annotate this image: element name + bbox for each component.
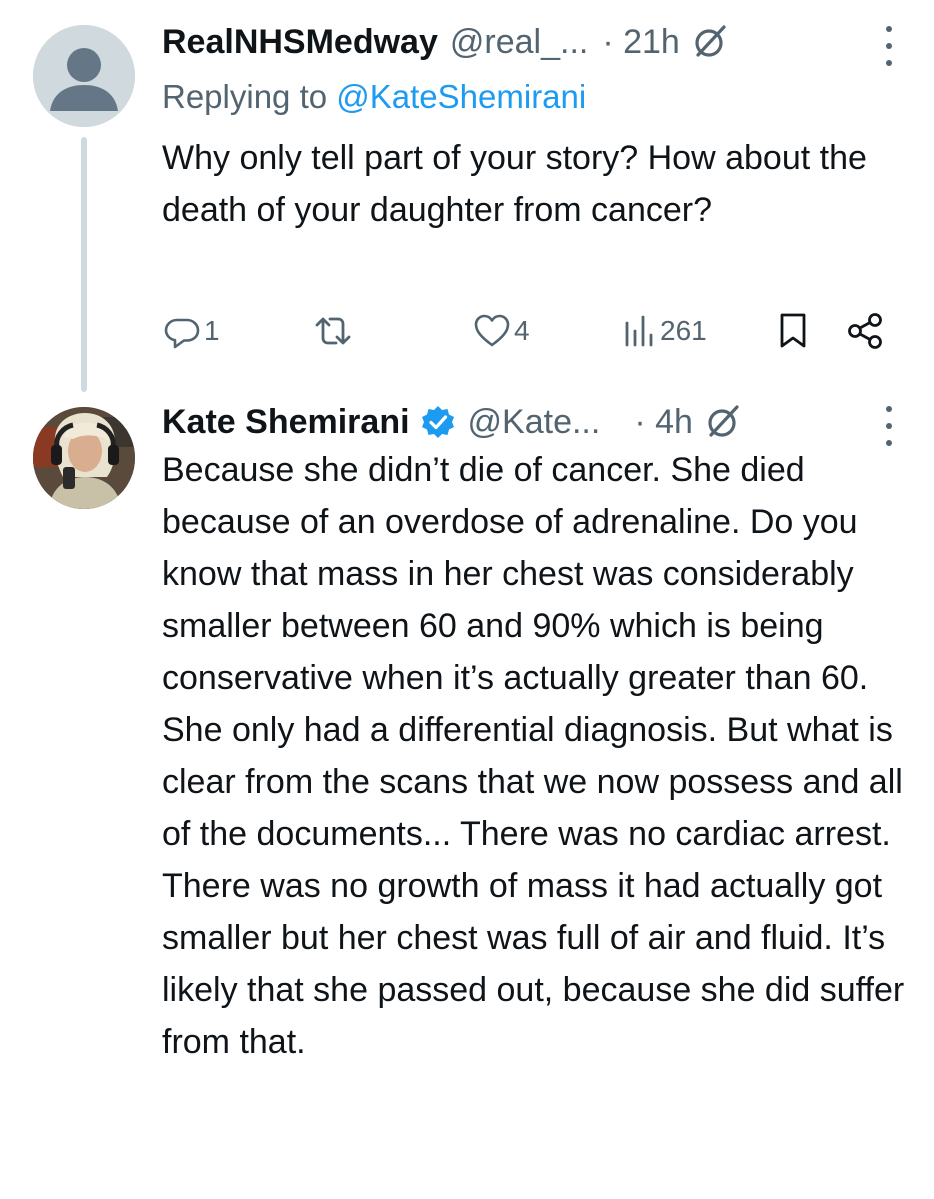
author-name[interactable]: Kate Shemirani (162, 403, 410, 442)
like-button[interactable]: 4 (472, 308, 530, 354)
tweet-header: Kate Shemirani @Kate... · 4h (162, 400, 743, 444)
more-icon[interactable] (884, 26, 894, 66)
replying-label: Replying to (162, 78, 337, 115)
views-button[interactable]: 261 (624, 308, 707, 354)
more-icon[interactable] (884, 406, 894, 446)
profile-photo (33, 407, 135, 509)
author-handle[interactable]: @real_... (450, 23, 588, 62)
replying-to: Replying to @KateShemirani (162, 78, 586, 116)
retweet-button[interactable] (312, 308, 354, 354)
tweet-text: Why only tell part of your story? How ab… (162, 139, 867, 229)
action-bar: 1 4 261 (162, 308, 892, 354)
like-icon (472, 311, 512, 351)
reply-icon (162, 311, 202, 351)
retweet-icon (312, 311, 354, 351)
bookmark-button[interactable] (776, 308, 810, 354)
mention-link[interactable]: @KateShemirani (336, 78, 586, 115)
verified-badge-icon[interactable] (420, 404, 456, 440)
profile-avatar[interactable] (33, 407, 135, 509)
share-button[interactable] (846, 308, 886, 354)
thread-connector-line (81, 137, 87, 392)
author-handle[interactable]: @Kate... (468, 403, 601, 442)
timestamp[interactable]: · 4h (634, 403, 693, 442)
reply-button[interactable]: 1 (162, 308, 220, 354)
tweet-reply[interactable]: RealNHSMedway @real_... · 21h Replying t… (0, 0, 934, 392)
grok-icon[interactable] (703, 402, 743, 442)
default-avatar-icon (33, 25, 135, 127)
grok-icon[interactable] (690, 22, 730, 62)
views-icon (624, 311, 656, 351)
tweet-text: Because she didn’t die of cancer. She di… (162, 451, 905, 1061)
views-count: 261 (660, 315, 707, 346)
like-count: 4 (514, 315, 530, 346)
default-avatar[interactable] (33, 25, 135, 127)
reply-count: 1 (204, 315, 220, 346)
timestamp[interactable]: · 21h (602, 23, 680, 62)
bookmark-icon (776, 311, 810, 351)
tweet-main[interactable]: Kate Shemirani @Kate... · 4h Because she… (0, 392, 934, 1199)
tweet-header: RealNHSMedway @real_... · 21h (162, 20, 730, 64)
author-name[interactable]: RealNHSMedway (162, 23, 438, 62)
share-icon (846, 311, 886, 351)
